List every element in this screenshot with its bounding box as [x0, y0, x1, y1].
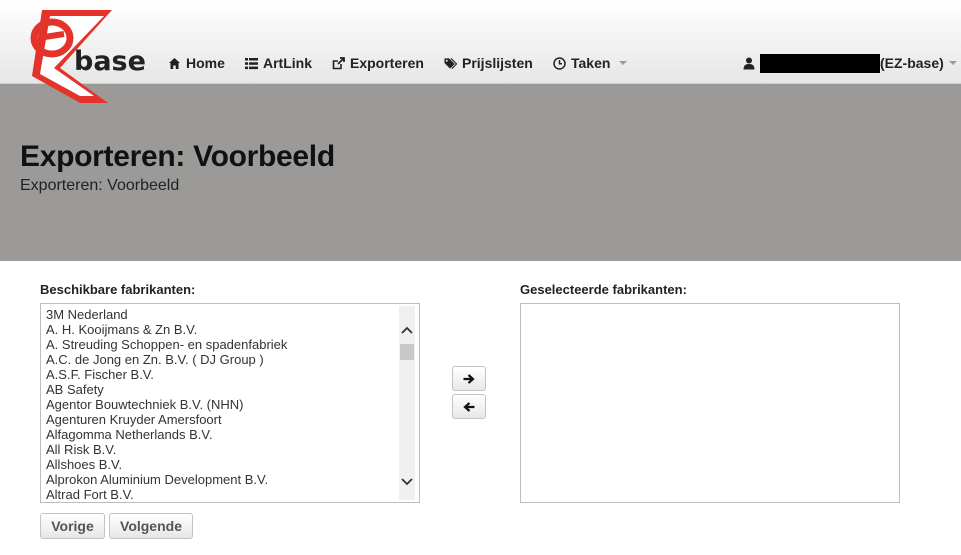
export-icon	[332, 56, 345, 70]
nav-prijslijsten-label: Prijslijsten	[462, 55, 533, 71]
scrollbar-thumb[interactable]	[400, 344, 414, 360]
user-icon	[742, 57, 755, 70]
list-item[interactable]: Agentor Bouwtechniek B.V. (NHN)	[46, 397, 399, 412]
arrow-right-icon	[463, 373, 475, 384]
nav-artlink-label: ArtLink	[263, 55, 312, 71]
list-item[interactable]: A. Streuding Schoppen- en spadenfabriek	[46, 337, 399, 352]
list-item[interactable]: Allshoes B.V.	[46, 457, 399, 472]
list-item[interactable]: Alfagomma Netherlands B.V.	[46, 427, 399, 442]
nav-exporteren[interactable]: Exporteren	[332, 54, 424, 72]
tags-icon	[444, 57, 457, 70]
next-button[interactable]: Volgende	[109, 513, 193, 539]
available-list-scrollbar[interactable]	[399, 306, 415, 500]
chevron-down-icon	[948, 61, 957, 65]
list-icon	[245, 57, 258, 70]
list-item[interactable]: Alprokon Aluminium Development B.V.	[46, 472, 399, 487]
user-suffix: (EZ-base)	[880, 55, 944, 71]
available-list-items: 3M Nederland A. H. Kooijmans & Zn B.V. A. …	[46, 307, 399, 502]
list-item[interactable]: 3M Nederland	[46, 307, 399, 322]
home-icon	[168, 57, 181, 70]
list-item[interactable]: AB Safety	[46, 382, 399, 397]
selected-label: Geselecteerde fabrikanten:	[520, 282, 687, 297]
page-title: Exporteren: Voorbeeld	[20, 140, 335, 173]
move-right-button[interactable]	[452, 366, 486, 391]
arrow-left-icon	[463, 401, 475, 412]
clock-icon	[553, 56, 566, 70]
available-manufacturers-list[interactable]: 3M Nederland A. H. Kooijmans & Zn B.V. A. …	[40, 303, 420, 503]
scroll-down-icon[interactable]	[399, 474, 415, 490]
nav-taken[interactable]: Taken	[553, 54, 628, 72]
previous-button[interactable]: Vorige	[40, 513, 105, 539]
nav-taken-label: Taken	[571, 55, 611, 71]
list-item[interactable]: All Risk B.V.	[46, 442, 399, 457]
chevron-down-icon	[619, 61, 628, 65]
nav-prijslijsten[interactable]: Prijslijsten	[444, 54, 533, 72]
user-name-redacted	[760, 53, 880, 73]
logo-text: base	[74, 46, 146, 77]
list-item[interactable]: A.S.F. Fischer B.V.	[46, 367, 399, 382]
list-item[interactable]: A.C. de Jong en Zn. B.V. ( DJ Group )	[46, 352, 399, 367]
page-subtitle: Exporteren: Voorbeeld	[20, 177, 180, 194]
nav-exporteren-label: Exporteren	[350, 55, 424, 71]
navbar: base Home ArtLink Exporteren Prijslijste…	[0, 0, 961, 103]
nav-artlink[interactable]: ArtLink	[245, 54, 312, 72]
scroll-up-icon[interactable]	[399, 322, 415, 338]
list-item[interactable]: Agenturen Kruyder Amersfoort	[46, 412, 399, 427]
available-label: Beschikbare fabrikanten:	[40, 282, 196, 297]
selected-manufacturers-list[interactable]	[520, 303, 900, 503]
move-left-button[interactable]	[452, 394, 486, 419]
list-item[interactable]: A. H. Kooijmans & Zn B.V.	[46, 322, 399, 337]
nav-home-label: Home	[186, 55, 225, 71]
list-item[interactable]: Altrad Fort B.V.	[46, 487, 399, 502]
nav-home[interactable]: Home	[168, 54, 225, 72]
ez-base-logo[interactable]: base	[20, 8, 150, 103]
nav-user-menu[interactable]: (EZ-base)	[742, 53, 957, 73]
